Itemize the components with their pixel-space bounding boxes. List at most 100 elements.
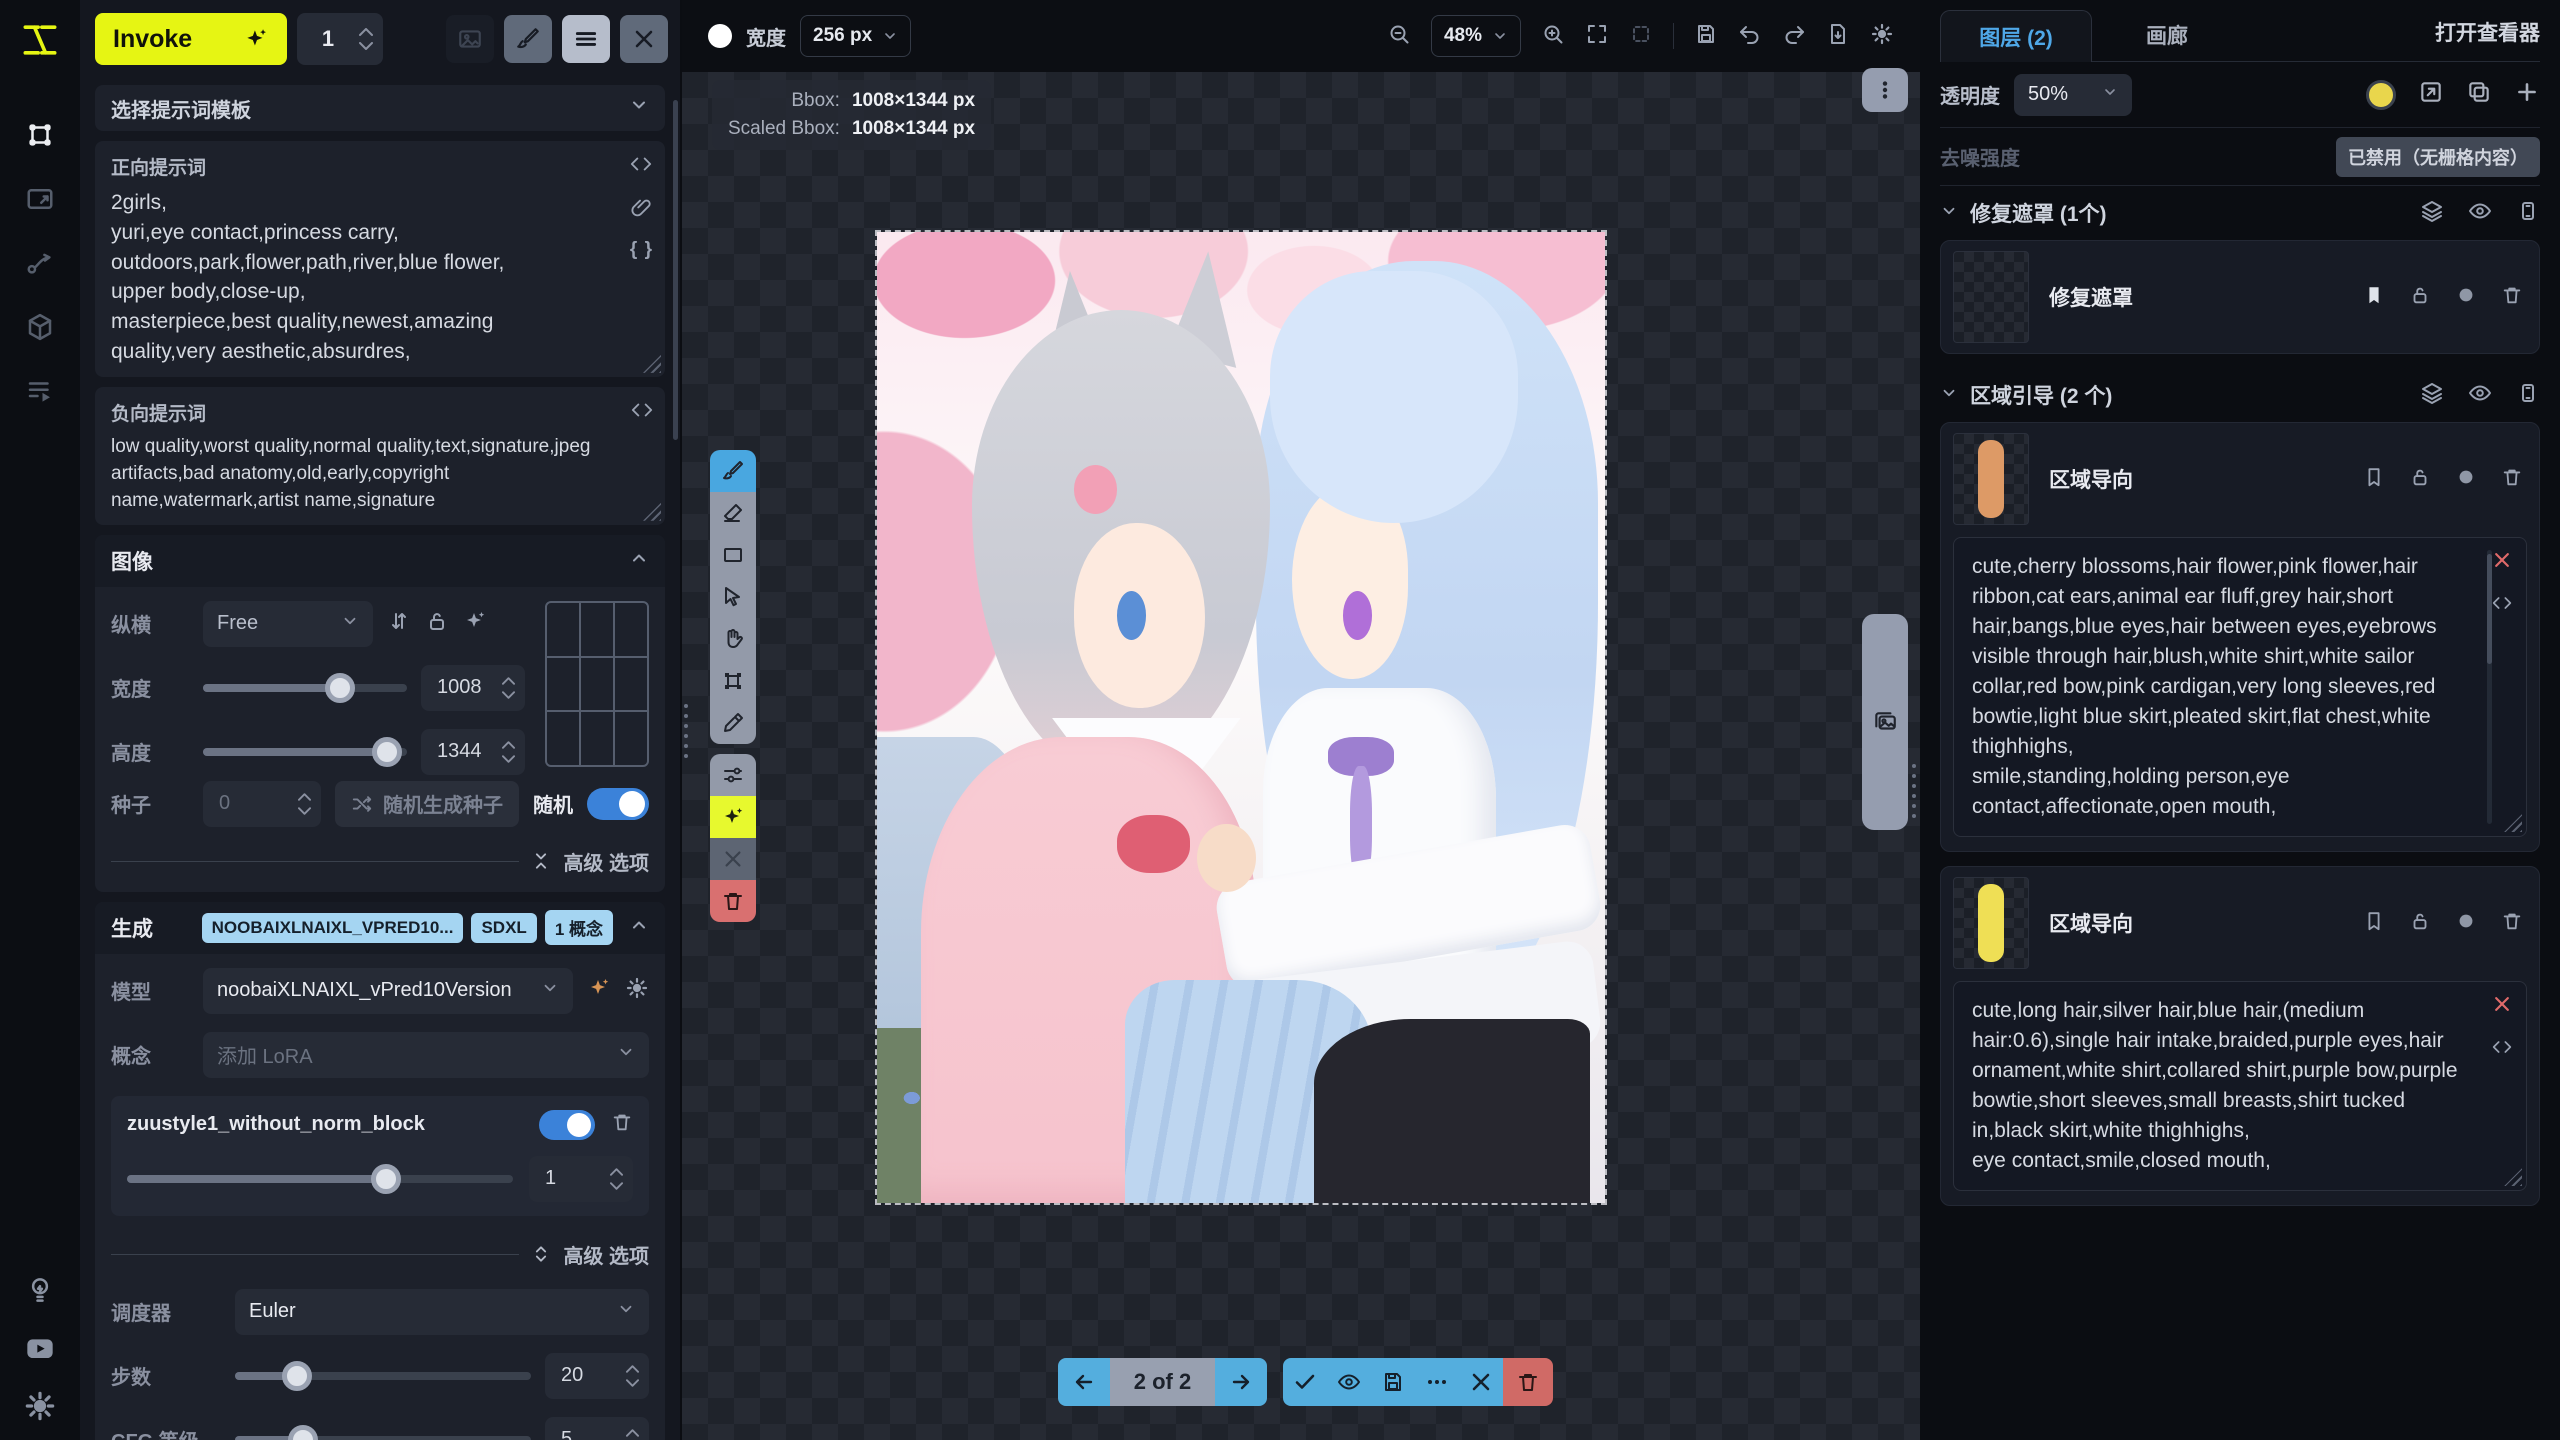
settings-gear-icon[interactable] [16,1382,64,1430]
add-lora-select[interactable]: 添加 LoRA [203,1032,649,1078]
nav-models-tab[interactable] [16,303,64,351]
brush-tool-button[interactable] [710,450,756,492]
enabled-dot-icon[interactable] [2455,910,2477,937]
opacity-select[interactable]: 50% [2014,74,2132,116]
scheduler-select[interactable]: Euler [235,1289,649,1335]
width-stepper[interactable]: 1008 [421,665,525,711]
negative-prompt-input[interactable]: low quality,worst quality,normal quality… [111,434,651,515]
generation-section-header[interactable]: 生成 NOOBAIXLNAIXL_VPRED10... SDXL 1 概念 [95,902,665,954]
lock-open-icon[interactable] [2409,910,2431,937]
frame-icon[interactable] [2516,199,2540,228]
tab-layers[interactable]: 图层 (2) [1940,10,2092,62]
redo-icon[interactable] [1782,22,1806,51]
nav-canvas-tab[interactable] [16,111,64,159]
nav-workflows-tab[interactable] [16,239,64,287]
transform-tool-button[interactable] [710,660,756,702]
fit-to-view-icon[interactable] [1585,22,1609,51]
brush-mode-button[interactable] [504,15,552,63]
image-mode-button[interactable] [446,15,494,63]
nav-queue-tab[interactable] [16,367,64,415]
batch-count-arrows[interactable] [359,28,383,50]
lora-weight-stepper[interactable]: 1 [529,1156,633,1202]
inpaint-mask-layer-card[interactable]: 修复遮罩 [1940,240,2540,354]
canvas-board[interactable]: Bbox: 1008×1344 px Scaled Bbox: 1008×134… [682,72,1920,1440]
paperclip-icon[interactable] [630,196,652,223]
invoke-button[interactable]: Invoke [95,13,287,65]
model-sparkle-icon[interactable] [587,976,611,1005]
more-options-button[interactable] [1415,1358,1459,1406]
model-select[interactable]: noobaiXLNAIXL_vPred10Version [203,968,573,1014]
right-panel-resize-handle[interactable] [1911,764,1917,818]
preview-eye-button[interactable] [1327,1358,1371,1406]
batch-count-stepper[interactable]: 1 [297,13,383,65]
optimize-size-icon[interactable] [463,609,487,638]
width-slider[interactable] [203,684,407,692]
lora-enabled-toggle[interactable] [539,1110,595,1140]
canvas-image[interactable] [877,232,1605,1203]
params-scrollbar[interactable] [673,100,678,440]
generate-tool-button[interactable] [710,796,756,838]
next-image-button[interactable] [1215,1358,1267,1406]
random-seed-toggle[interactable] [587,788,649,820]
swap-dimensions-icon[interactable] [387,609,411,638]
prompt-code-icon[interactable] [2492,1037,2512,1062]
prompt-code-icon[interactable] [630,153,652,180]
resize-handle[interactable] [2504,814,2522,832]
frame-icon[interactable] [2516,381,2540,410]
eyedropper-tool-button[interactable] [710,702,756,744]
inpaint-mask-section-header[interactable]: 修复遮罩 (1个) [1940,186,2540,240]
regional-guidance-card-1[interactable]: 区域导向 cute,cherry blossoms,hair flower,pi… [1940,422,2540,852]
fit-layer-icon[interactable] [2418,79,2444,110]
layer-color-swatch[interactable] [2366,80,2396,110]
prompt-code-icon[interactable] [631,399,653,426]
advanced-options-label[interactable]: 高级 选项 [563,847,649,876]
save-image-button[interactable] [1371,1358,1415,1406]
remove-prompt-icon[interactable] [2492,550,2512,575]
positive-prompt-input[interactable]: 2girls, yuri,eye contact,princess carry,… [111,188,651,367]
randomize-seed-button[interactable]: 随机生成种子 [335,781,519,827]
trash-icon[interactable] [2501,284,2523,311]
zoom-level-select[interactable]: 48% [1431,15,1521,57]
expand-advanced-icon[interactable] [531,851,551,871]
trash-icon[interactable] [2501,466,2523,493]
pan-tool-button[interactable] [710,618,756,660]
eraser-tool-button[interactable] [710,492,756,534]
canvas-menu-kebab-button[interactable] [1862,68,1908,112]
filter-tool-button[interactable] [710,754,756,796]
brush-color-indicator[interactable] [708,24,732,48]
merge-layers-icon[interactable] [2420,381,2444,410]
prompt-code-icon[interactable] [2492,593,2512,618]
aspect-select[interactable]: Free [203,601,373,647]
canvas-settings-gear-icon[interactable] [1870,22,1894,51]
cfg-slider[interactable] [235,1436,531,1440]
lock-aspect-icon[interactable] [425,609,449,638]
menu-button[interactable] [562,15,610,63]
steps-slider[interactable] [235,1372,531,1380]
zoom-in-icon[interactable] [1541,22,1565,51]
tab-gallery[interactable]: 画廊 [2092,9,2242,61]
merge-layers-icon[interactable] [2420,199,2444,228]
resize-handle[interactable] [2504,1168,2522,1186]
undo-icon[interactable] [1738,22,1762,51]
brush-width-select[interactable]: 256 px [800,15,911,57]
regional-prompt-input[interactable]: cute,long hair,silver hair,blue hair,(me… [1972,996,2462,1176]
prev-image-button[interactable] [1058,1358,1110,1406]
visibility-eye-icon[interactable] [2468,381,2492,410]
braces-icon[interactable]: { } [630,239,653,261]
youtube-icon[interactable] [16,1324,64,1372]
lora-trash-icon[interactable] [611,1111,633,1138]
left-panel-resize-handle[interactable] [683,704,689,758]
delete-tool-button[interactable] [710,880,756,922]
height-slider[interactable] [203,748,407,756]
model-settings-gear-icon[interactable] [625,976,649,1005]
regional-guidance-card-2[interactable]: 区域导向 cute,long hair,silver hair,blue hai… [1940,866,2540,1206]
prompt-template-selector[interactable]: 选择提示词模板 [95,85,665,131]
collapse-advanced-icon[interactable] [531,1244,551,1264]
nav-upscaling-tab[interactable] [16,175,64,223]
whats-new-icon[interactable] [16,1266,64,1314]
rect-tool-button[interactable] [710,534,756,576]
seed-input[interactable]: 0 [203,781,321,827]
save-canvas-icon[interactable] [1694,22,1718,51]
discard-all-button[interactable] [1503,1358,1553,1406]
image-section-header[interactable]: 图像 [95,535,665,587]
